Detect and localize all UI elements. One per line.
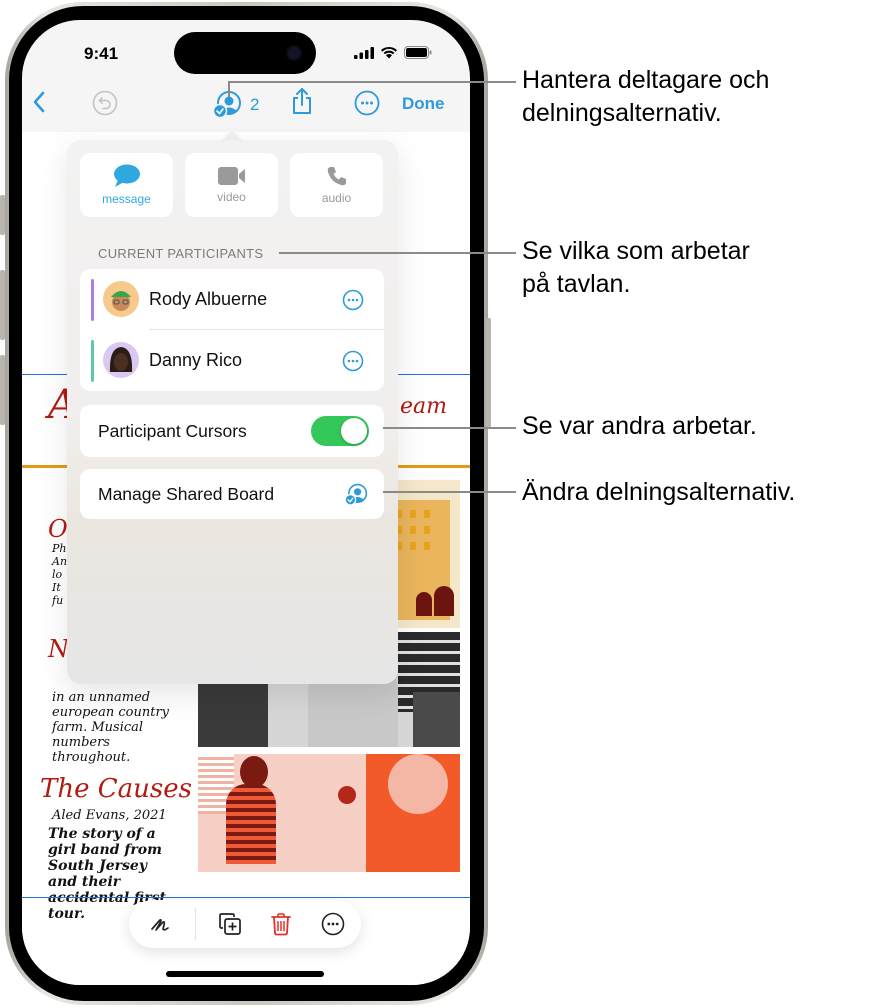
manage-shared-board-label: Manage Shared Board [98, 484, 275, 504]
delete-button[interactable] [270, 912, 292, 941]
trash-icon [271, 913, 291, 936]
entry3-title: The Causes [40, 774, 192, 804]
board-title-right: eam [400, 394, 447, 419]
audio-label: audio [321, 191, 352, 205]
message-bubble-icon [113, 164, 140, 187]
participant-row[interactable]: Danny Rico [80, 330, 384, 391]
wifi-icon [381, 46, 397, 59]
message-button[interactable]: message [80, 153, 173, 217]
screen: A eam O. Ph An lo It fu N. in an unnamed eur… [22, 20, 470, 985]
video-camera-icon [217, 167, 245, 185]
undo-icon [92, 90, 118, 116]
avatar [103, 342, 139, 378]
navigation-bar: 2 Done [22, 80, 470, 132]
participant-more-icon[interactable] [342, 289, 364, 311]
bottom-toolbar [129, 900, 361, 948]
entry3-author: Aled Evans, 2021 [52, 808, 167, 823]
more-options-button[interactable] [321, 912, 345, 941]
more-button[interactable] [354, 90, 380, 116]
callout-see-participants: Se vilka som arbetar på tavlan. [522, 237, 750, 298]
power-button [486, 318, 491, 428]
share-button[interactable] [290, 86, 314, 116]
participant-more-icon[interactable] [342, 350, 364, 372]
action-button [0, 195, 5, 235]
status-icons [354, 46, 432, 59]
video-label: video [217, 190, 246, 204]
participant-row[interactable]: Rody Albuerne [80, 269, 384, 330]
dynamic-island [174, 32, 316, 74]
participants-count: 2 [250, 95, 260, 114]
manage-shared-board-button[interactable]: Manage Shared Board [80, 469, 384, 519]
cellular-signal-icon [354, 46, 374, 59]
person-circle-checkmark-icon [212, 91, 241, 119]
current-participants-header: CURRENT PARTICIPANTS [98, 246, 264, 261]
undo-button[interactable] [92, 90, 118, 116]
volume-down-button [0, 355, 5, 425]
battery-icon [404, 46, 432, 59]
callout-change-sharing: Ändra delningsalternativ. [522, 478, 796, 506]
home-indicator [166, 971, 324, 977]
communication-buttons: message video audio [80, 153, 383, 217]
ellipsis-circle-icon [354, 90, 380, 116]
callout-line-vertical-1 [228, 81, 230, 97]
ellipsis-circle-icon [321, 912, 345, 936]
participant-cursors-toggle[interactable] [311, 416, 369, 446]
callout-line-4 [383, 491, 516, 493]
chevron-left-icon [33, 91, 45, 113]
done-button[interactable]: Done [402, 94, 445, 114]
status-time: 9:41 [84, 44, 119, 63]
participant-color-bar [91, 279, 94, 321]
share-icon [293, 88, 311, 114]
participants-button[interactable]: 2 [212, 90, 259, 120]
participant-cursors-row: Participant Cursors [80, 405, 384, 457]
callout-see-cursors: Se var andra arbetar. [522, 412, 757, 440]
scribble-pen-icon [151, 918, 169, 931]
audio-button[interactable]: audio [290, 153, 383, 217]
callout-manage-participants: Hantera deltagare och delningsalternativ… [522, 66, 770, 127]
participant-name: Danny Rico [149, 350, 243, 370]
back-button[interactable] [32, 90, 46, 114]
illustration-band [198, 754, 460, 872]
video-button[interactable]: video [185, 153, 278, 217]
toolbar-separator [195, 908, 196, 940]
participant-color-bar [91, 340, 94, 382]
participants-list: Rody Albuerne Danny Rico [80, 269, 384, 391]
callout-line-1 [228, 81, 516, 83]
person-circle-checkmark-icon [344, 483, 368, 506]
duplicate-button[interactable] [218, 912, 242, 941]
phone-icon [327, 167, 346, 186]
collaboration-popover: message video audio CURRENT PARTICIPANTS… [67, 140, 398, 684]
callout-line-2 [279, 252, 516, 254]
avatar [103, 281, 139, 317]
message-label: message [102, 192, 151, 206]
draw-button[interactable] [149, 912, 173, 941]
participant-name: Rody Albuerne [149, 289, 268, 309]
duplicate-plus-icon [219, 913, 241, 935]
entry2-text: in an unnamed european country farm. Mus… [52, 690, 170, 765]
participant-cursors-label: Participant Cursors [98, 421, 247, 441]
volume-up-button [0, 270, 5, 340]
callout-line-3 [383, 427, 516, 429]
selection-guide-bottom [22, 897, 470, 898]
